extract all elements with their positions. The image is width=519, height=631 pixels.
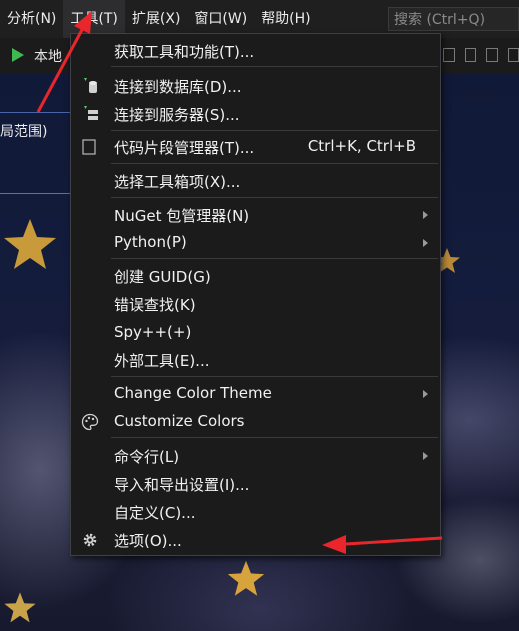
menu-item-customize[interactable]: 自定义(C)... [71,498,440,526]
menu-item-nuget[interactable]: NuGet 包管理器(N) [71,201,440,229]
search-input[interactable]: 搜索 (Ctrl+Q) [388,7,519,31]
menu-item-shortcut: Ctrl+K, Ctrl+B [307,137,416,155]
menu-item-snippet-manager[interactable]: 代码片段管理器(T)... Ctrl+K, Ctrl+B [71,133,440,161]
submenu-arrow-icon [423,239,428,247]
database-connect-icon [84,78,97,93]
server-connect-icon [84,106,98,120]
gear-icon [83,533,97,547]
menu-item-change-color-theme[interactable]: Change Color Theme [71,380,440,408]
menu-separator [111,130,438,131]
menu-item-label: 外部工具(E)... [114,352,210,370]
menu-item-label: Change Color Theme [114,384,272,402]
menu-item-python[interactable]: Python(P) [71,229,440,257]
menu-separator [111,258,438,259]
menu-item-external-tools[interactable]: 外部工具(E)... [71,346,440,374]
scope-label: 局范围) [0,124,48,140]
menu-separator [111,66,438,67]
menu-item-label: 选择工具箱项(X)... [114,173,241,191]
menu-separator [111,437,438,438]
menu-item-import-export-settings[interactable]: 导入和导出设置(I)... [71,470,440,498]
menu-item-connect-server[interactable]: 连接到服务器(S)... [71,100,440,128]
snippet-icon [82,139,96,155]
menu-item-options[interactable]: 选项(O)... [71,526,440,554]
menu-item-choose-toolbox[interactable]: 选择工具箱项(X)... [71,167,440,195]
menu-item-label: 创建 GUID(G) [114,268,211,286]
pin-icon[interactable] [486,48,498,62]
pin-icon[interactable] [464,48,476,62]
menu-item-label: 自定义(C)... [114,504,196,522]
menu-item-label: 导入和导出设置(I)... [114,476,250,494]
star-decoration [227,560,265,596]
run-target-label[interactable]: 本地 [34,46,62,66]
submenu-arrow-icon [423,452,428,460]
palette-icon [81,413,99,431]
menu-item-label: Spy++(+) [114,323,192,341]
menu-item-label: 连接到服务器(S)... [114,106,240,124]
menu-item-customize-colors[interactable]: Customize Colors [71,408,440,436]
tools-dropdown-menu: 获取工具和功能(T)... 连接到数据库(D)... 连接到服务器(S)... … [70,33,441,556]
submenu-arrow-icon [423,390,428,398]
panel-divider [0,112,70,113]
menu-separator [111,376,438,377]
bookmark-icon[interactable] [443,48,455,62]
menu-item-label: 命令行(L) [114,448,180,466]
panel-divider [0,193,70,194]
menu-item-command-line[interactable]: 命令行(L) [71,442,440,470]
pin-icon[interactable] [507,48,519,62]
menu-separator [111,197,438,198]
menu-item-spy[interactable]: Spy++(+) [71,319,440,347]
toolbar-icon-group [443,44,519,66]
menu-item-label: 选项(O)... [114,532,182,550]
star-decoration [4,592,36,623]
menu-item-connect-database[interactable]: 连接到数据库(D)... [71,72,440,100]
menu-separator [111,163,438,164]
menu-item-label: 代码片段管理器(T)... [114,139,255,157]
menu-item-label: 连接到数据库(D)... [114,78,242,96]
menu-item-get-tools[interactable]: 获取工具和功能(T)... [71,37,440,65]
menu-item-create-guid[interactable]: 创建 GUID(G) [71,262,440,290]
menu-item-label: NuGet 包管理器(N) [114,207,250,225]
submenu-arrow-icon [423,211,428,219]
star-decoration [4,219,56,269]
menu-item-label: Customize Colors [114,412,245,430]
menu-analyze[interactable]: 分析(N) [0,0,63,38]
menu-item-label: 错误查找(K) [114,296,196,314]
play-icon[interactable] [11,47,25,63]
menu-item-label: Python(P) [114,233,187,251]
menu-item-label: 获取工具和功能(T)... [114,43,255,61]
menu-item-error-lookup[interactable]: 错误查找(K) [71,290,440,318]
